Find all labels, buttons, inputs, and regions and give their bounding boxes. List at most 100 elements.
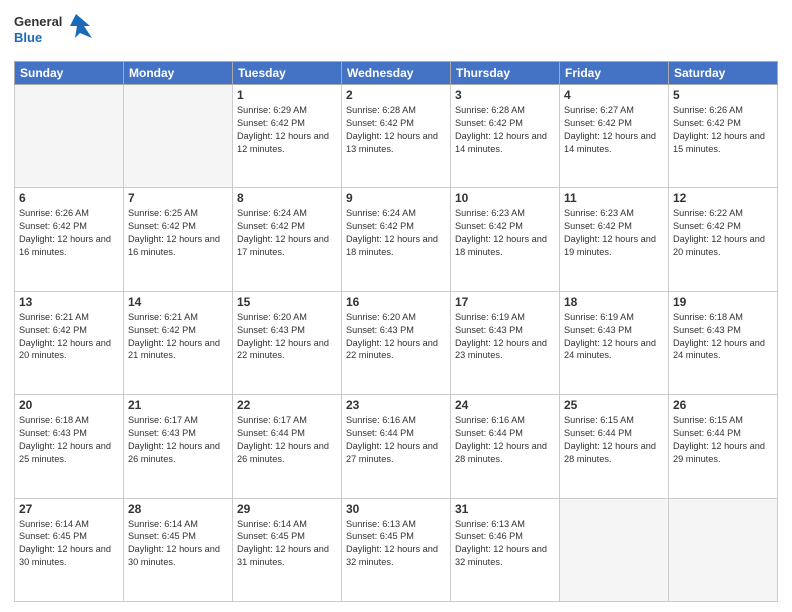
cell-info: Sunrise: 6:20 AMSunset: 6:43 PMDaylight:…	[237, 311, 337, 363]
calendar-cell: 28 Sunrise: 6:14 AMSunset: 6:45 PMDayligh…	[124, 498, 233, 601]
cell-info: Sunrise: 6:27 AMSunset: 6:42 PMDaylight:…	[564, 104, 664, 156]
day-number: 14	[128, 295, 228, 309]
header-day-friday: Friday	[560, 62, 669, 85]
calendar-cell: 10 Sunrise: 6:23 AMSunset: 6:42 PMDayligh…	[451, 188, 560, 291]
week-row-1: 1 Sunrise: 6:29 AMSunset: 6:42 PMDaylight…	[15, 85, 778, 188]
day-number: 8	[237, 191, 337, 205]
day-number: 24	[455, 398, 555, 412]
cell-info: Sunrise: 6:18 AMSunset: 6:43 PMDaylight:…	[673, 311, 773, 363]
cell-info: Sunrise: 6:14 AMSunset: 6:45 PMDaylight:…	[237, 518, 337, 570]
cell-info: Sunrise: 6:14 AMSunset: 6:45 PMDaylight:…	[19, 518, 119, 570]
cell-info: Sunrise: 6:25 AMSunset: 6:42 PMDaylight:…	[128, 207, 228, 259]
day-number: 7	[128, 191, 228, 205]
day-number: 4	[564, 88, 664, 102]
calendar-cell: 8 Sunrise: 6:24 AMSunset: 6:42 PMDaylight…	[233, 188, 342, 291]
logo-container: General Blue	[14, 10, 94, 55]
calendar-cell	[15, 85, 124, 188]
cell-info: Sunrise: 6:24 AMSunset: 6:42 PMDaylight:…	[237, 207, 337, 259]
day-number: 21	[128, 398, 228, 412]
cell-info: Sunrise: 6:14 AMSunset: 6:45 PMDaylight:…	[128, 518, 228, 570]
day-number: 27	[19, 502, 119, 516]
calendar-cell: 14 Sunrise: 6:21 AMSunset: 6:42 PMDayligh…	[124, 291, 233, 394]
header-day-wednesday: Wednesday	[342, 62, 451, 85]
calendar-body: 1 Sunrise: 6:29 AMSunset: 6:42 PMDaylight…	[15, 85, 778, 602]
header-day-saturday: Saturday	[669, 62, 778, 85]
calendar-cell: 3 Sunrise: 6:28 AMSunset: 6:42 PMDaylight…	[451, 85, 560, 188]
calendar-cell: 17 Sunrise: 6:19 AMSunset: 6:43 PMDayligh…	[451, 291, 560, 394]
cell-info: Sunrise: 6:21 AMSunset: 6:42 PMDaylight:…	[128, 311, 228, 363]
day-number: 28	[128, 502, 228, 516]
week-row-3: 13Sunrise: 6:21 AMSunset: 6:42 PMDayligh…	[15, 291, 778, 394]
day-number: 19	[673, 295, 773, 309]
calendar-cell: 23Sunrise: 6:16 AMSunset: 6:44 PMDayligh…	[342, 395, 451, 498]
calendar-cell: 1 Sunrise: 6:29 AMSunset: 6:42 PMDaylight…	[233, 85, 342, 188]
day-number: 29	[237, 502, 337, 516]
calendar-cell: 5 Sunrise: 6:26 AMSunset: 6:42 PMDaylight…	[669, 85, 778, 188]
cell-info: Sunrise: 6:20 AMSunset: 6:43 PMDaylight:…	[346, 311, 446, 363]
day-number: 1	[237, 88, 337, 102]
cell-info: Sunrise: 6:22 AMSunset: 6:42 PMDaylight:…	[673, 207, 773, 259]
calendar-cell: 6 Sunrise: 6:26 AMSunset: 6:42 PMDaylight…	[15, 188, 124, 291]
cell-info: Sunrise: 6:17 AMSunset: 6:44 PMDaylight:…	[237, 414, 337, 466]
cell-info: Sunrise: 6:19 AMSunset: 6:43 PMDaylight:…	[455, 311, 555, 363]
cell-info: Sunrise: 6:21 AMSunset: 6:42 PMDaylight:…	[19, 311, 119, 363]
header-day-sunday: Sunday	[15, 62, 124, 85]
calendar-cell: 13Sunrise: 6:21 AMSunset: 6:42 PMDayligh…	[15, 291, 124, 394]
logo: General Blue	[14, 10, 94, 55]
cell-info: Sunrise: 6:23 AMSunset: 6:42 PMDaylight:…	[564, 207, 664, 259]
cell-info: Sunrise: 6:13 AMSunset: 6:45 PMDaylight:…	[346, 518, 446, 570]
cell-info: Sunrise: 6:15 AMSunset: 6:44 PMDaylight:…	[673, 414, 773, 466]
day-number: 30	[346, 502, 446, 516]
day-number: 25	[564, 398, 664, 412]
cell-info: Sunrise: 6:15 AMSunset: 6:44 PMDaylight:…	[564, 414, 664, 466]
calendar-cell: 7 Sunrise: 6:25 AMSunset: 6:42 PMDaylight…	[124, 188, 233, 291]
day-number: 3	[455, 88, 555, 102]
header-day-tuesday: Tuesday	[233, 62, 342, 85]
calendar-cell: 26 Sunrise: 6:15 AMSunset: 6:44 PMDayligh…	[669, 395, 778, 498]
cell-info: Sunrise: 6:28 AMSunset: 6:42 PMDaylight:…	[455, 104, 555, 156]
cell-info: Sunrise: 6:23 AMSunset: 6:42 PMDaylight:…	[455, 207, 555, 259]
calendar-cell: 18Sunrise: 6:19 AMSunset: 6:43 PMDayligh…	[560, 291, 669, 394]
calendar-cell: 12Sunrise: 6:22 AMSunset: 6:42 PMDayligh…	[669, 188, 778, 291]
day-number: 2	[346, 88, 446, 102]
cell-info: Sunrise: 6:28 AMSunset: 6:42 PMDaylight:…	[346, 104, 446, 156]
cell-info: Sunrise: 6:26 AMSunset: 6:42 PMDaylight:…	[673, 104, 773, 156]
day-number: 26	[673, 398, 773, 412]
week-row-2: 6 Sunrise: 6:26 AMSunset: 6:42 PMDaylight…	[15, 188, 778, 291]
calendar-cell: 25 Sunrise: 6:15 AMSunset: 6:44 PMDayligh…	[560, 395, 669, 498]
calendar-cell: 16Sunrise: 6:20 AMSunset: 6:43 PMDayligh…	[342, 291, 451, 394]
svg-text:Blue: Blue	[14, 30, 42, 45]
calendar-cell: 15 Sunrise: 6:20 AMSunset: 6:43 PMDayligh…	[233, 291, 342, 394]
header-day-monday: Monday	[124, 62, 233, 85]
calendar-cell: 24Sunrise: 6:16 AMSunset: 6:44 PMDayligh…	[451, 395, 560, 498]
cell-info: Sunrise: 6:26 AMSunset: 6:42 PMDaylight:…	[19, 207, 119, 259]
calendar-cell: 20 Sunrise: 6:18 AMSunset: 6:43 PMDayligh…	[15, 395, 124, 498]
cell-info: Sunrise: 6:13 AMSunset: 6:46 PMDaylight:…	[455, 518, 555, 570]
cell-info: Sunrise: 6:19 AMSunset: 6:43 PMDaylight:…	[564, 311, 664, 363]
calendar-cell	[669, 498, 778, 601]
calendar-cell: 30 Sunrise: 6:13 AMSunset: 6:45 PMDayligh…	[342, 498, 451, 601]
calendar-cell: 9 Sunrise: 6:24 AMSunset: 6:42 PMDaylight…	[342, 188, 451, 291]
calendar-cell	[124, 85, 233, 188]
day-number: 17	[455, 295, 555, 309]
cell-info: Sunrise: 6:18 AMSunset: 6:43 PMDaylight:…	[19, 414, 119, 466]
header: General Blue	[14, 10, 778, 55]
calendar-cell: 4 Sunrise: 6:27 AMSunset: 6:42 PMDaylight…	[560, 85, 669, 188]
cell-info: Sunrise: 6:24 AMSunset: 6:42 PMDaylight:…	[346, 207, 446, 259]
header-row: SundayMondayTuesdayWednesdayThursdayFrid…	[15, 62, 778, 85]
day-number: 20	[19, 398, 119, 412]
day-number: 5	[673, 88, 773, 102]
week-row-4: 20 Sunrise: 6:18 AMSunset: 6:43 PMDayligh…	[15, 395, 778, 498]
calendar-cell: 27 Sunrise: 6:14 AMSunset: 6:45 PMDayligh…	[15, 498, 124, 601]
generalblue-logo: General Blue	[14, 10, 94, 50]
day-number: 6	[19, 191, 119, 205]
header-day-thursday: Thursday	[451, 62, 560, 85]
day-number: 10	[455, 191, 555, 205]
cell-info: Sunrise: 6:29 AMSunset: 6:42 PMDaylight:…	[237, 104, 337, 156]
calendar-cell: 22Sunrise: 6:17 AMSunset: 6:44 PMDayligh…	[233, 395, 342, 498]
day-number: 15	[237, 295, 337, 309]
calendar-cell: 11Sunrise: 6:23 AMSunset: 6:42 PMDayligh…	[560, 188, 669, 291]
day-number: 9	[346, 191, 446, 205]
calendar-table: SundayMondayTuesdayWednesdayThursdayFrid…	[14, 61, 778, 602]
calendar-cell: 21Sunrise: 6:17 AMSunset: 6:43 PMDayligh…	[124, 395, 233, 498]
